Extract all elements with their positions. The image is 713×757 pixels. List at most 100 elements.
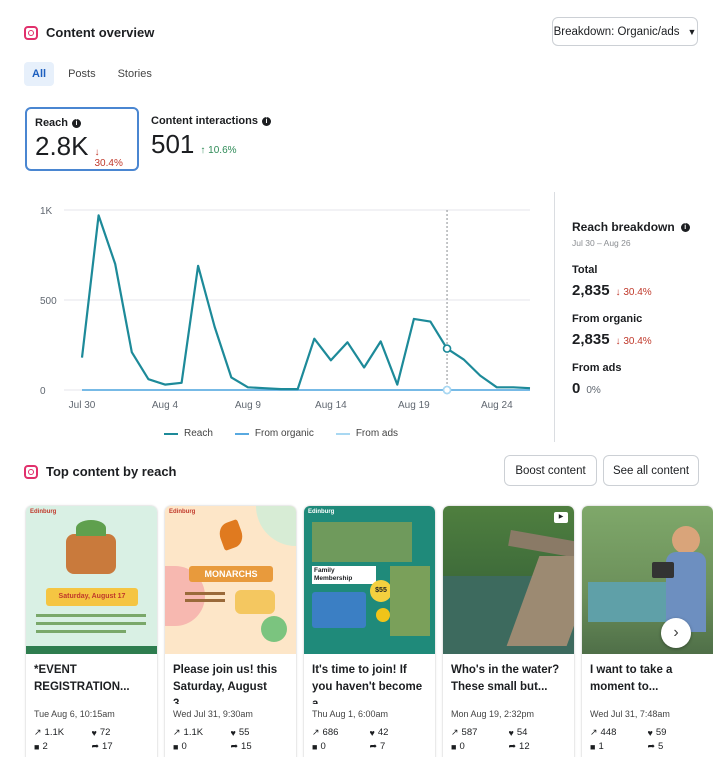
y-tick-label: 0 [40,386,46,397]
shares-count: 17 [102,741,113,752]
reach-stat: ↗ 448 [590,727,648,738]
brand-logo: Edinburg [308,509,335,515]
post-thumbnail[interactable]: ▶ [443,506,574,654]
carousel-next-button[interactable]: › [661,618,691,648]
y-tick-label: 1K [40,206,53,217]
post-date: Tue Aug 6, 10:15am [34,709,115,719]
content-card[interactable]: Edinburg Family Membership $55 It's time… [304,506,435,757]
decor-circle [261,616,287,642]
breakdown-row-value: 0 [572,380,581,397]
brand-logo: Edinburg [30,509,57,515]
y-tick-label: 500 [40,296,57,307]
legend-label: From ads [355,428,399,439]
share-icon: ➦ [369,741,378,751]
post-caption: I want to take a moment to... [590,664,673,693]
decor-shape [256,506,296,546]
bird-illustration [376,608,390,622]
interactions-metric-card[interactable]: Content interactions i 501 ↑ 10.6% [143,107,313,171]
reach-line-chart[interactable]: 1K 500 0 Jul 30 Aug 4 Aug 9 Aug 14 Aug 19 Aug 24 [30,195,540,420]
post-thumbnail[interactable]: Edinburg MONARCHS [165,506,296,654]
comments-count: 0 [459,741,465,752]
share-icon: ➦ [508,741,517,751]
text-line [185,592,225,595]
comments-count: 1 [598,741,604,752]
likes-count: 59 [655,727,667,738]
breakdown-dropdown[interactable]: Breakdown: Organic/ads ▼ [552,17,698,46]
trend-icon: ↗ [451,727,459,737]
top-content-cards: Edinburg Saturday, August 17 *EVENT REGI… [26,506,713,757]
instagram-icon [24,25,38,40]
breakdown-date-range: Jul 30 – Aug 26 [572,238,631,248]
content-card[interactable]: ▶ Who's in the water? These small but...… [443,506,574,757]
breakdown-row-value: 2,835 [572,282,610,299]
shares-stat: ➦ 5 [648,741,706,752]
likes-stat: ♥ 55 [231,727,289,738]
x-tick-label: Aug 14 [315,400,347,411]
legend-swatch [335,432,350,435]
comments-stat: ■ 2 [34,741,92,752]
text-line [185,599,225,602]
comments-stat: ■ 1 [590,741,648,752]
shares-stat: ➦ 12 [509,741,567,752]
tab-posts[interactable]: Posts [60,62,104,86]
heart-icon: ♥ [647,727,653,738]
post-thumbnail[interactable]: Edinburg Saturday, August 17 [26,506,157,654]
chevron-right-icon: › [673,624,679,641]
post-thumbnail[interactable] [582,506,713,654]
legend-swatch [234,432,249,435]
comment-icon: ■ [312,741,318,752]
tab-all[interactable]: All [24,62,55,86]
legend-label: Reach [184,428,213,439]
reach-stat: ↗ 587 [451,727,509,738]
reach-delta: ↓ 30.4% [94,147,123,169]
heart-icon: ♥ [369,727,375,738]
legend-from-organic: From organic [234,428,314,439]
membership-title: Family Membership [312,566,376,584]
reach-breakdown-panel: Reach breakdown i Jul 30 – Aug 26 Total 2… [572,220,707,397]
reach-count: 1.1K [44,727,65,738]
x-tick-label: Aug 4 [152,400,179,411]
breakdown-title: Reach breakdown [572,220,675,234]
likes-stat: ♥ 72 [92,727,150,738]
shares-count: 7 [380,741,386,752]
boost-content-button[interactable]: Boost content [504,455,597,486]
x-tick-label: Aug 24 [481,400,513,411]
share-icon: ➦ [230,741,239,751]
info-icon: i [72,118,82,128]
trail-photo [390,566,430,636]
shares-stat: ➦ 15 [231,741,289,752]
instagram-icon [24,464,38,479]
event-date-banner: Saturday, August 17 [46,588,138,606]
tab-stories[interactable]: Stories [110,62,160,86]
reach-metric-card[interactable]: Reach i 2.8K ↓ 30.4% [25,107,139,171]
breakdown-row-delta: 0% [586,385,601,396]
see-all-content-button[interactable]: See all content [603,455,699,486]
content-card[interactable]: Edinburg MONARCHS Please join us! this S… [165,506,296,757]
content-card[interactable]: Edinburg Saturday, August 17 *EVENT REGI… [26,506,157,757]
breakdown-row-delta: ↓ 30.4% [615,287,652,298]
shares-stat: ➦ 17 [92,741,150,752]
comments-count: 0 [181,741,187,752]
trend-icon: ↗ [312,727,320,737]
info-badge [235,590,275,614]
post-caption: Who's in the water? These small but... [451,664,560,693]
building-photo [312,522,412,562]
post-stats: ↗ 686 ♥ 42 ■ 0 ➦ 7 [304,727,435,752]
post-thumbnail[interactable]: Edinburg Family Membership $55 [304,506,435,654]
likes-stat: ♥ 54 [509,727,567,738]
monarchs-title: MONARCHS [189,566,273,582]
reach-stat: ↗ 1.1K [173,727,231,738]
series-line-reach [80,214,531,391]
reach-count: 1.1K [183,727,204,738]
interactions-delta: ↑ 10.6% [200,145,237,156]
likes-count: 42 [377,727,389,738]
reach-count: 587 [461,727,478,738]
reach-stat: ↗ 1.1K [34,727,92,738]
top-content-title: Top content by reach [46,464,177,479]
legend-reach: Reach [164,428,213,439]
shares-count: 12 [519,741,530,752]
post-caption: *EVENT REGISTRATION... [34,664,130,693]
content-card[interactable]: I want to take a moment to... Wed Jul 31… [582,506,713,757]
likes-count: 72 [99,727,111,738]
x-tick-label: Aug 9 [235,400,262,411]
